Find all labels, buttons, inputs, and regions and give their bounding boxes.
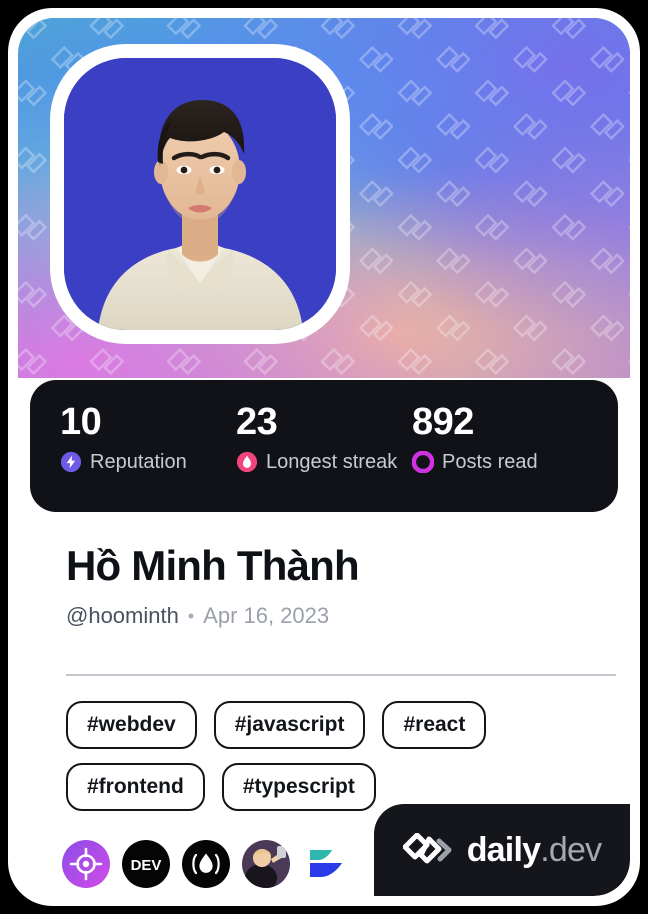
dev-to-label: DEV — [131, 857, 162, 874]
stat-posts-read: 892 Posts read — [412, 400, 588, 512]
stat-label: Reputation — [90, 451, 187, 473]
tag-chip[interactable]: #webdev — [66, 701, 197, 749]
profile-handle: @hoominth — [66, 603, 179, 628]
tag-chip[interactable]: #frontend — [66, 763, 205, 811]
dev-to-icon[interactable]: DEV — [122, 840, 170, 888]
brand-name: daily.dev — [467, 831, 602, 869]
hashnode-flame-icon[interactable] — [182, 840, 230, 888]
stat-label-row: Posts read — [412, 450, 588, 474]
tag-list: #webdev #javascript #react #frontend #ty… — [66, 701, 611, 811]
posts-read-ring-icon — [412, 451, 434, 473]
stats-bar: 10 Reputation 23 Longest streak 892 Post… — [30, 380, 618, 512]
cover-banner — [18, 18, 630, 378]
section-divider — [66, 674, 616, 676]
brand-name-secondary: .dev — [540, 831, 602, 869]
stat-label: Posts read — [442, 451, 538, 473]
social-links: DEV — [62, 840, 350, 888]
daily-dev-brand-badge: daily.dev — [374, 804, 630, 896]
stat-label: Longest streak — [266, 451, 398, 473]
profile-joined-date: Apr 16, 2023 — [203, 603, 330, 628]
stat-label-row: Reputation — [60, 450, 236, 474]
profile-card: 10 Reputation 23 Longest streak 892 Post… — [8, 8, 640, 906]
stat-value: 10 — [60, 401, 102, 443]
stat-reputation: 10 Reputation — [60, 400, 236, 512]
avatar — [50, 44, 350, 344]
portfolio-avatar-icon[interactable] — [242, 840, 290, 888]
roadmap-target-icon[interactable] — [62, 840, 110, 888]
tag-chip[interactable]: #react — [382, 701, 487, 749]
tag-chip[interactable]: #javascript — [213, 701, 366, 749]
stat-label-row: Longest streak — [236, 450, 412, 474]
daily-dev-logo-icon — [402, 833, 455, 867]
brand-name-primary: daily — [466, 831, 541, 869]
reputation-bolt-icon — [60, 451, 82, 473]
profile-card-inner: 10 Reputation 23 Longest streak 892 Post… — [18, 18, 630, 896]
stat-value: 23 — [236, 401, 278, 443]
avatar-photo — [64, 58, 336, 330]
profile-meta: @hoominth • Apr 16, 2023 — [66, 602, 606, 630]
meta-separator: • — [187, 606, 195, 626]
profile-info: Hồ Minh Thành @hoominth • Apr 16, 2023 — [66, 538, 606, 630]
page-title: Hồ Minh Thành — [66, 542, 360, 589]
arrows-logo-icon[interactable] — [302, 840, 350, 888]
streak-flame-icon — [236, 451, 258, 473]
stat-value: 892 — [412, 401, 474, 443]
tag-chip[interactable]: #typescript — [221, 763, 376, 811]
stat-longest-streak: 23 Longest streak — [236, 400, 412, 512]
